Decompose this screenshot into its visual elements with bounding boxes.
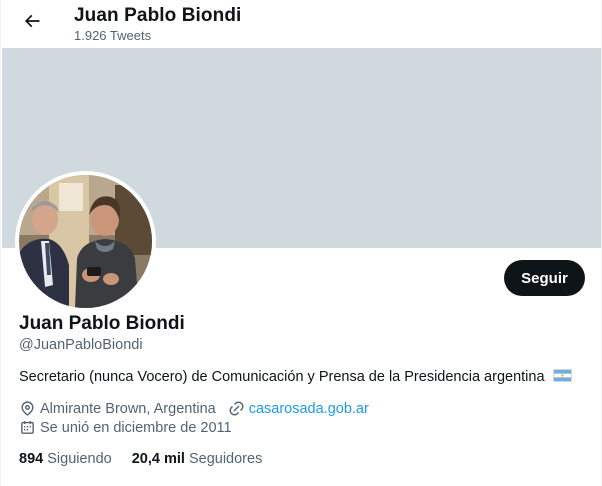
follow-button[interactable]: Seguir bbox=[504, 260, 585, 296]
profile-bio: Secretario (nunca Vocero) de Comunicació… bbox=[19, 369, 572, 385]
profile-stats: 894 Siguiendo 20,4 mil Seguidores bbox=[19, 451, 282, 467]
header-title: Juan Pablo Biondi bbox=[74, 5, 242, 26]
profile-joined-date: Se unió en diciembre de 2011 bbox=[40, 419, 232, 436]
followers-count: 20,4 mil bbox=[131, 451, 185, 467]
profile-website-link[interactable]: casarosada.gob.ar bbox=[249, 401, 369, 417]
argentina-flag-icon bbox=[552, 369, 572, 382]
avatar-photo bbox=[19, 175, 152, 308]
back-button[interactable] bbox=[15, 6, 49, 40]
calendar-icon bbox=[19, 419, 36, 436]
location-pin-icon bbox=[19, 400, 36, 417]
profile-handle: @JuanPabloBiondi bbox=[19, 337, 143, 353]
profile-page: Juan Pablo Biondi 1.926 Tweets Seguir Ju… bbox=[0, 0, 602, 486]
followers-stat[interactable]: 20,4 mil Seguidores bbox=[132, 451, 263, 467]
following-stat[interactable]: 894 Siguiendo bbox=[19, 451, 112, 467]
header-tweet-count: 1.926 Tweets bbox=[74, 28, 152, 43]
link-icon bbox=[228, 400, 245, 417]
followers-label: Seguidores bbox=[188, 451, 263, 467]
profile-avatar[interactable] bbox=[15, 171, 156, 312]
profile-header: Juan Pablo Biondi 1.926 Tweets bbox=[1, 0, 601, 48]
following-count: 894 bbox=[19, 451, 44, 467]
profile-meta-joined: Se unió en diciembre de 2011 bbox=[19, 419, 232, 436]
profile-location: Almirante Brown, Argentina bbox=[40, 400, 216, 417]
back-arrow-icon bbox=[22, 11, 42, 36]
following-label: Siguiendo bbox=[47, 451, 112, 467]
profile-meta-location-website: Almirante Brown, Argentina casarosada.go… bbox=[19, 400, 369, 417]
profile-display-name: Juan Pablo Biondi bbox=[19, 313, 185, 334]
bio-text: Secretario (nunca Vocero) de Comunicació… bbox=[19, 369, 545, 385]
